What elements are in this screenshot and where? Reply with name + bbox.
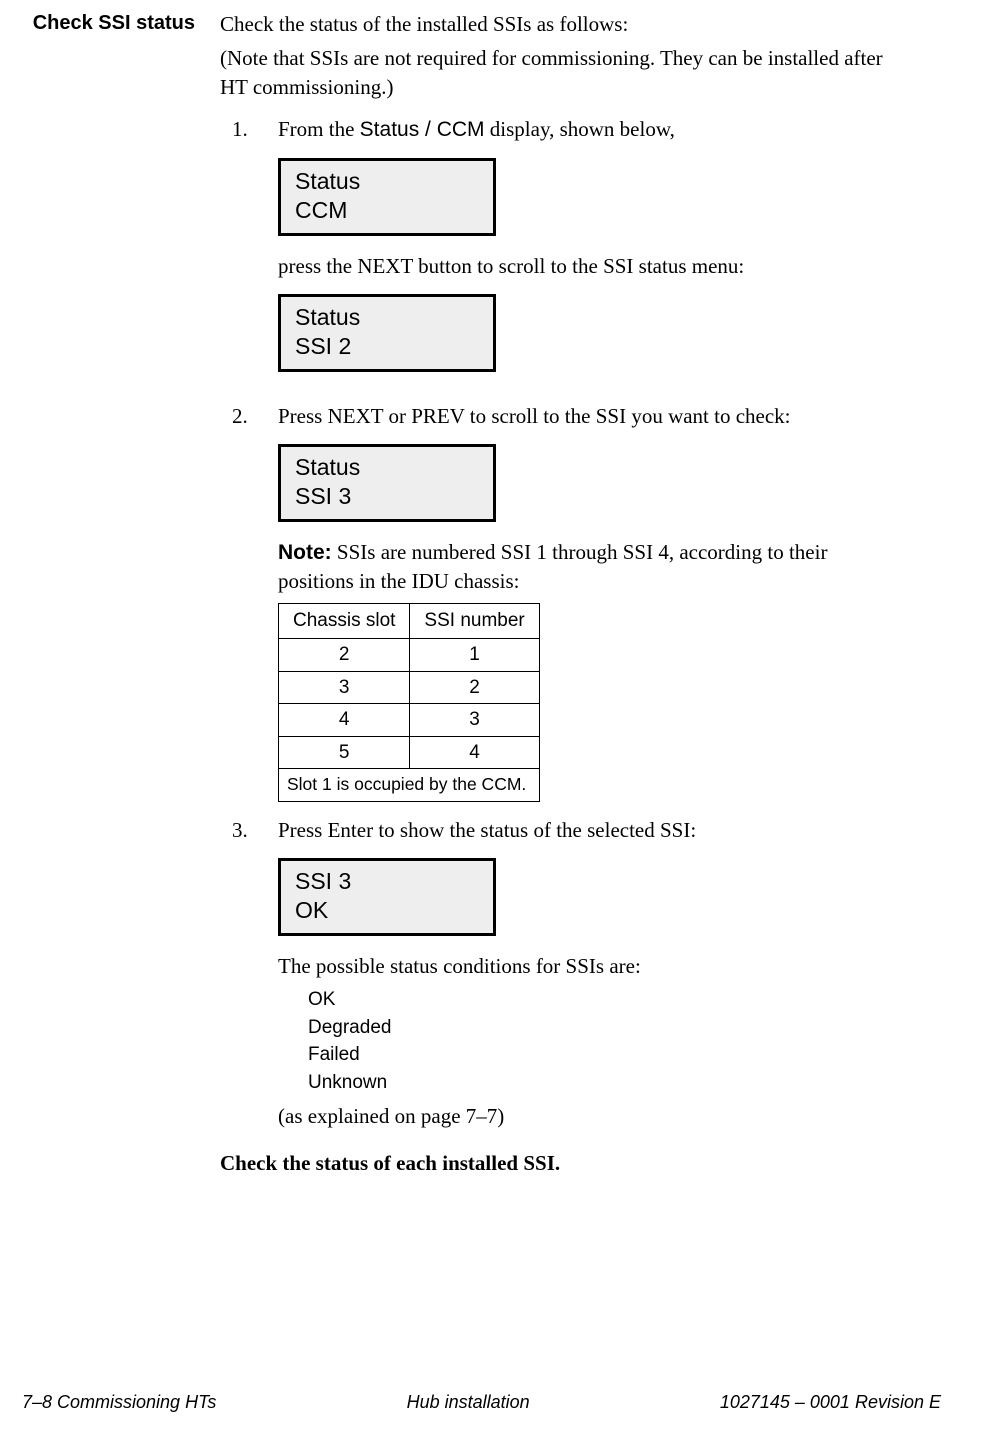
lcd-line-2: SSI 2 [295, 332, 479, 361]
table-footnote-row: Slot 1 is occupied by the CCM. [279, 769, 540, 802]
step-3-after: The possible status conditions for SSIs … [278, 952, 896, 980]
cell-slot: 2 [279, 638, 410, 671]
th-chassis-slot: Chassis slot [279, 604, 410, 639]
lcd-status-ssi2: Status SSI 2 [278, 294, 496, 372]
intro-block: Check the status of the installed SSIs a… [220, 10, 896, 101]
footer-left: 7–8 Commissioning HTs [22, 1390, 216, 1414]
step-2: Press NEXT or PREV to scroll to the SSI … [220, 402, 896, 802]
step-1-lead-after: display, shown below, [485, 117, 675, 141]
page-footer: 7–8 Commissioning HTs Hub installation 1… [0, 1390, 981, 1414]
intro-line-2: (Note that SSIs are not required for com… [220, 44, 896, 101]
status-item: OK [308, 986, 896, 1014]
cell-slot: 3 [279, 671, 410, 704]
note-label: Note: [278, 541, 332, 564]
footer-center: Hub installation [407, 1390, 530, 1414]
table-row: 5 4 [279, 736, 540, 769]
step-1-lead: From the Status / CCM display, shown bel… [278, 115, 896, 144]
table-footnote: Slot 1 is occupied by the CCM. [279, 769, 540, 802]
status-item: Failed [308, 1041, 896, 1069]
step-3: Press Enter to show the status of the se… [220, 816, 896, 1131]
lcd-line-1: SSI 3 [295, 867, 479, 896]
step-1-follow: press the NEXT button to scroll to the S… [278, 252, 896, 280]
cell-ssi: 1 [410, 638, 539, 671]
lcd-line-1: Status [295, 303, 479, 332]
lcd-line-2: CCM [295, 196, 479, 225]
cell-ssi: 3 [410, 704, 539, 737]
cell-slot: 5 [279, 736, 410, 769]
cell-ssi: 2 [410, 671, 539, 704]
step-2-text: Press NEXT or PREV to scroll to the SSI … [278, 402, 896, 430]
final-instruction: Check the status of each installed SSI. [220, 1149, 896, 1177]
step-1: From the Status / CCM display, shown bel… [220, 115, 896, 388]
lcd-line-1: Status [295, 453, 479, 482]
table-row: 2 1 [279, 638, 540, 671]
section-heading: Check SSI status [0, 10, 220, 37]
lcd-line-2: SSI 3 [295, 482, 479, 511]
table-row: 4 3 [279, 704, 540, 737]
lcd-line-1: Status [295, 167, 479, 196]
cell-ssi: 4 [410, 736, 539, 769]
chassis-table: Chassis slot SSI number 2 1 3 [278, 603, 540, 802]
th-ssi-number: SSI number [410, 604, 539, 639]
step-1-lead-before: From the [278, 117, 360, 141]
status-item: Degraded [308, 1014, 896, 1042]
cell-slot: 4 [279, 704, 410, 737]
step-2-note: Note: SSIs are numbered SSI 1 through SS… [278, 538, 896, 596]
lcd-status-ssi3: Status SSI 3 [278, 444, 496, 522]
note-text: SSIs are numbered SSI 1 through SSI 4, a… [278, 540, 827, 593]
step-3-after2: (as explained on page 7–7) [278, 1102, 896, 1130]
lcd-ssi3-ok: SSI 3 OK [278, 858, 496, 936]
intro-line-1: Check the status of the installed SSIs a… [220, 10, 896, 38]
step-3-text: Press Enter to show the status of the se… [278, 816, 896, 844]
footer-right: 1027145 – 0001 Revision E [720, 1390, 941, 1414]
lcd-line-2: OK [295, 896, 479, 925]
table-row: 3 2 [279, 671, 540, 704]
status-item: Unknown [308, 1069, 896, 1097]
lcd-status-ccm: Status CCM [278, 158, 496, 236]
status-list: OK Degraded Failed Unknown [308, 986, 896, 1096]
table-header-row: Chassis slot SSI number [279, 604, 540, 639]
step-1-lead-sans: Status / CCM [360, 118, 485, 141]
